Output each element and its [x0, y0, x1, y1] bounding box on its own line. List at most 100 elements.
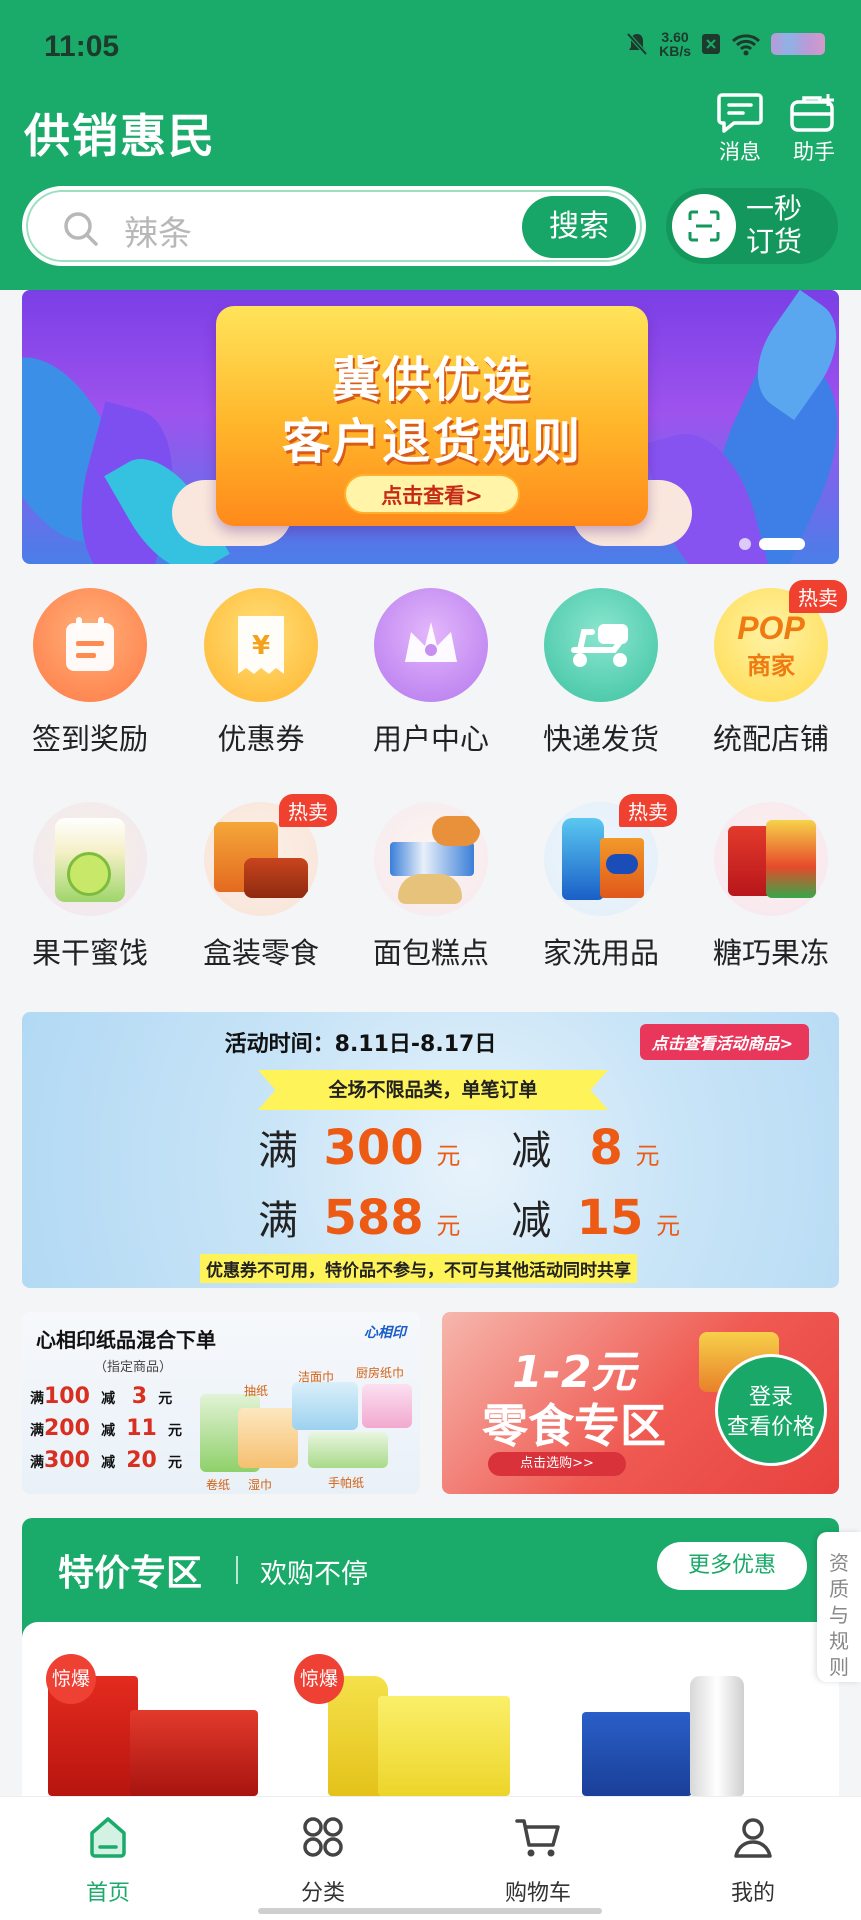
promo-view-products-button[interactable]: 点击查看活动商品>	[639, 1024, 809, 1060]
dried-fruit-image	[33, 802, 147, 916]
return-policy-banner[interactable]: 冀供优选 客户退货规则 点击查看>	[22, 290, 839, 564]
banner-subtitle: 客户退货规则	[281, 414, 582, 470]
coupon-icon: ¥	[204, 588, 318, 702]
paper-label: 洁面巾	[298, 1370, 335, 1384]
search-button[interactable]: 搜索	[522, 196, 636, 258]
product-image	[378, 1696, 510, 1796]
paper-product-image	[308, 1432, 388, 1468]
nav-label: 首页	[85, 1881, 130, 1906]
quick-order-button[interactable]: 一秒 订货	[666, 188, 838, 264]
nav-cart[interactable]: 购物车	[468, 1815, 608, 1907]
grid-item-coupon[interactable]: ¥ 优惠券	[175, 588, 347, 758]
promo-tier-1: 满 300 元 减 8 元	[258, 1118, 660, 1176]
promo-discount: 8	[589, 1120, 623, 1176]
quick-order-label-line1: 一秒	[746, 192, 803, 225]
promo-threshold: 588	[323, 1190, 424, 1246]
banner-card: 冀供优选 客户退货规则 点击查看>	[216, 306, 648, 526]
grid-label: 签到奖励	[31, 722, 148, 756]
paper-promo-card[interactable]: 心相印纸品混合下单 心相印 （指定商品） 满100 减 3 元 满200 减 1…	[22, 1312, 420, 1494]
home-icon	[90, 1817, 126, 1858]
search-input[interactable]: 辣条	[124, 206, 192, 255]
nav-category[interactable]: 分类	[253, 1815, 393, 1907]
banner-title: 冀供优选	[331, 352, 532, 408]
paper-card-subtitle: （指定商品）	[94, 1360, 173, 1375]
battery-icon	[771, 33, 825, 55]
login-line2: 查看价格	[726, 1415, 815, 1440]
snack-shop-button[interactable]: 点击选购>>	[488, 1452, 626, 1476]
special-offer-section: 特价专区 欢购不停 更多优惠 惊爆 惊爆	[22, 1518, 839, 1798]
snack-zone-title: 零食专区	[482, 1399, 666, 1453]
bottom-navigation: 首页 分类 购物车 我的	[0, 1796, 861, 1920]
grid-item-boxed-snack[interactable]: 热卖 盒装零食	[175, 794, 347, 972]
grid-item-checkin[interactable]: 签到奖励	[4, 588, 176, 758]
snack-zone-card[interactable]: 1-2元 零食专区 点击选购>> 登录 查看价格	[442, 1312, 839, 1494]
promo-yuan: 元	[436, 1142, 461, 1170]
nav-profile[interactable]: 我的	[683, 1815, 823, 1907]
assistant-label: 助手	[793, 140, 835, 164]
product-image	[582, 1712, 692, 1796]
messages-button[interactable]: 消息	[700, 92, 780, 166]
paper-tier: 满100 减 3 元	[30, 1384, 173, 1409]
grid-item-user-center[interactable]: 用户中心	[345, 588, 517, 758]
paper-tier: 满300 减 20 元	[30, 1448, 182, 1473]
mute-icon	[626, 32, 648, 56]
nav-label: 分类	[300, 1881, 345, 1906]
promotion-banner[interactable]: 活动时间：8.11日-8.17日 点击查看活动商品> 全场不限品类，单笔订单 满…	[22, 1012, 839, 1288]
app-title: 供销惠民	[24, 109, 216, 163]
wifi-icon	[731, 34, 761, 56]
scan-icon	[672, 194, 736, 258]
grid-item-store[interactable]: 热卖 POP 商家 统配店铺	[685, 580, 857, 758]
search-bar[interactable]: 辣条 搜索	[22, 186, 646, 266]
grid-item-detergent[interactable]: 热卖 家洗用品	[515, 794, 687, 972]
calendar-icon	[33, 588, 147, 702]
sim-icon	[702, 34, 720, 54]
hot-deal-badge: 惊爆	[46, 1654, 96, 1704]
login-line1: 登录	[748, 1385, 793, 1410]
grid-label: 家洗用品	[542, 936, 659, 970]
scooter-icon	[544, 588, 658, 702]
grid-label: 用户中心	[372, 722, 489, 756]
assistant-button[interactable]: 助手	[774, 92, 854, 166]
svg-text:¥: ¥	[252, 631, 270, 661]
promo-man-label: 满	[258, 1128, 298, 1174]
hot-badge: 热卖	[619, 794, 677, 827]
grid-item-express[interactable]: 快递发货	[515, 588, 687, 758]
pop-text: POP	[737, 610, 805, 646]
category-icon	[303, 1817, 343, 1857]
paper-tier: 满200 减 11 元	[30, 1416, 182, 1441]
hot-badge: 热卖	[279, 794, 337, 827]
banner-dot[interactable]	[739, 538, 751, 550]
home-indicator[interactable]	[258, 1908, 602, 1914]
bread-pastry-image	[374, 802, 488, 916]
speed-value: 3.60	[661, 29, 689, 45]
candy-jelly-image	[714, 802, 828, 916]
paper-label: 厨房纸巾	[356, 1366, 405, 1380]
banner-dot-active[interactable]	[759, 538, 805, 550]
nav-home[interactable]: 首页	[38, 1815, 178, 1907]
special-title: 特价专区	[58, 1553, 203, 1594]
promo-yuan: 元	[656, 1212, 681, 1240]
more-offers-button[interactable]: 更多优惠	[657, 1542, 807, 1590]
special-product-list: 惊爆 惊爆	[22, 1622, 839, 1798]
promo-ribbon: 全场不限品类，单笔订单	[258, 1070, 608, 1110]
hot-deal-badge: 惊爆	[294, 1654, 344, 1704]
grid-label: 优惠券	[217, 722, 305, 756]
grid-label: 统配店铺	[712, 722, 829, 756]
crown-icon	[374, 588, 488, 702]
paper-card-title: 心相印纸品混合下单	[36, 1328, 216, 1352]
promo-note: 优惠券不可用，特价品不参与，不可与其他活动同时共享	[200, 1254, 637, 1283]
promo-yuan: 元	[436, 1212, 461, 1240]
qualification-rules-tab[interactable]: 资质与规则	[817, 1532, 861, 1682]
grid-item-bread[interactable]: 面包糕点	[345, 802, 517, 972]
paper-label: 手帕纸	[328, 1476, 365, 1490]
grid-label: 果干蜜饯	[31, 936, 148, 970]
banner-view-button[interactable]: 点击查看>	[344, 474, 520, 514]
product-image	[690, 1676, 744, 1796]
nav-label: 我的	[730, 1881, 775, 1906]
login-view-price-button[interactable]: 登录 查看价格	[715, 1354, 827, 1466]
grid-label: 快递发货	[542, 722, 659, 756]
grid-item-dried-fruit[interactable]: 果干蜜饯	[4, 802, 176, 972]
grid-item-candy[interactable]: 糖巧果冻	[685, 802, 857, 972]
paper-label: 湿巾	[248, 1478, 273, 1492]
nav-label: 购物车	[504, 1881, 571, 1906]
